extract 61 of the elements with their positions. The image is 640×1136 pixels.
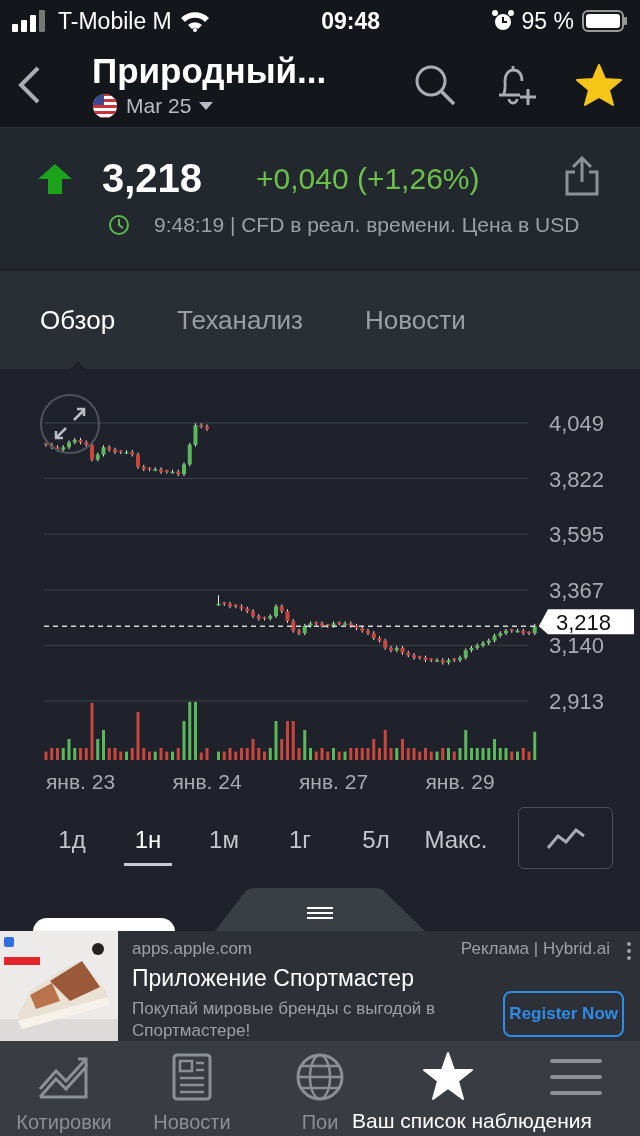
up-arrow-icon (38, 163, 72, 194)
ad-title: Приложение Спортмастер (132, 965, 415, 992)
quote-info: 9:48:19 | CFD в реал. времени. Цена в USD (154, 213, 580, 237)
instrument-title: Природный... (92, 50, 328, 91)
price-change: +0,040 (+1,26%) (256, 161, 480, 196)
period-tab[interactable]: 5л (352, 810, 400, 866)
axis-label: 2,913 (549, 689, 605, 714)
drawer-handle[interactable] (215, 888, 425, 931)
axis-label: 3,140 (549, 633, 605, 659)
candlestick (412, 652, 416, 661)
candlestick (90, 442, 94, 462)
register-button[interactable]: Register Now (503, 991, 624, 1037)
ad-label: Реклама | Hybrid.ai (460, 939, 610, 959)
share-icon[interactable] (564, 156, 600, 196)
favorite-star-icon[interactable] (576, 62, 622, 107)
period-tab[interactable]: 1д (48, 810, 96, 866)
expand-button[interactable] (40, 394, 100, 454)
period-tab[interactable]: 1м (200, 810, 248, 866)
more-icon[interactable] (626, 941, 632, 961)
contract-selector[interactable]: Mar 25 (126, 93, 192, 118)
battery-icon (582, 10, 628, 32)
flag-icon (92, 92, 118, 119)
price-tag: 3,218 (538, 609, 634, 636)
line-chart-icon (545, 826, 586, 850)
clock-icon (108, 214, 130, 236)
chart-type-button[interactable] (518, 807, 613, 869)
caret-icon[interactable] (199, 101, 214, 110)
axis-label: янв. 27 (298, 770, 369, 793)
period-tab[interactable]: 1н (124, 810, 172, 866)
tab[interactable]: Обзор (20, 271, 136, 369)
clock-time: 09:48 (321, 7, 381, 35)
ref-line-label: 3,218 (556, 610, 612, 636)
axis-label: янв. 23 (45, 770, 116, 793)
nav-label: Ваш список наблюдения (352, 1109, 592, 1133)
candlestick (187, 442, 192, 467)
period-tab[interactable]: Макс. (418, 810, 494, 866)
period-tab[interactable]: 1г (276, 810, 324, 866)
axis-label: 4,049 (549, 411, 605, 436)
candlestick (343, 620, 347, 626)
candlestick (205, 423, 209, 432)
axis-label: 3,822 (549, 466, 605, 492)
candlestick (193, 422, 198, 448)
tab[interactable]: Теханализ (157, 271, 323, 369)
axis-label: 3,367 (549, 577, 605, 603)
ad-description: Покупай мировые бренды с выгодой в Спортмастере! (132, 998, 437, 1042)
carrier-name: T-Mobile M (58, 7, 172, 35)
axis-label: янв. 24 (172, 770, 242, 793)
battery-percent: 95 % (521, 7, 574, 35)
alarm-icon (491, 10, 514, 32)
axis-label: 3,595 (549, 522, 605, 548)
ad-source: apps.apple.com (132, 939, 253, 959)
back-icon[interactable] (16, 64, 42, 105)
axis-label: янв. 29 (425, 770, 495, 793)
candlestick (159, 466, 163, 475)
candlestick (320, 620, 324, 629)
price: 3,218 (102, 156, 204, 201)
search-icon[interactable] (414, 63, 456, 106)
tab[interactable]: Новости (345, 271, 486, 369)
wifi-icon (179, 10, 210, 32)
candlestick (435, 657, 439, 663)
candlestick (44, 442, 48, 448)
